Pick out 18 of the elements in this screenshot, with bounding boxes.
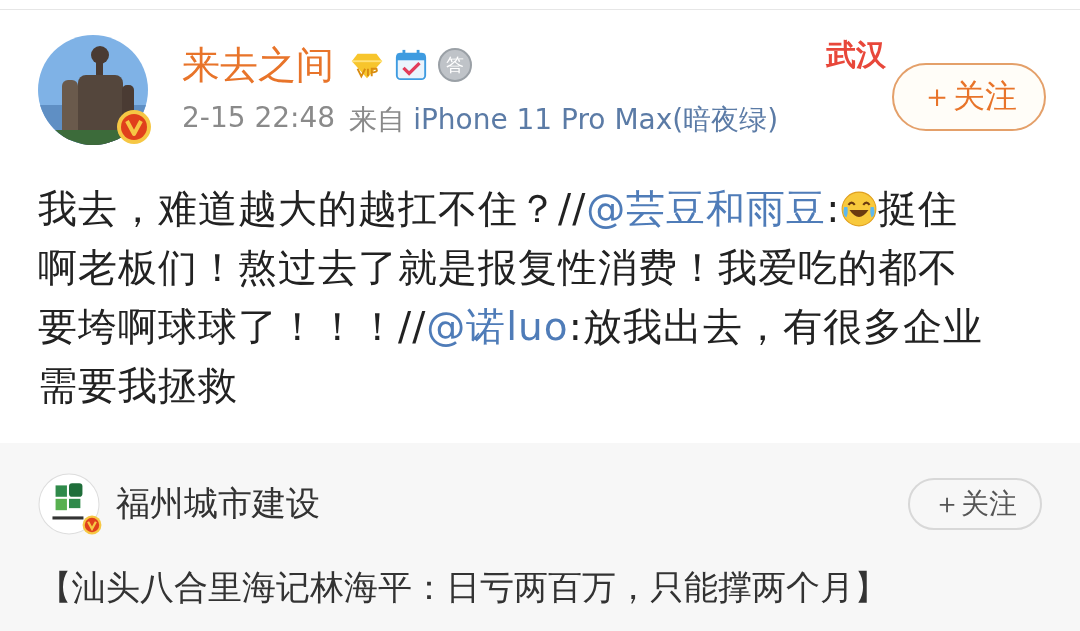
source-label: 来自 — [349, 102, 406, 138]
mention-link[interactable]: @芸豆和雨豆 — [586, 186, 827, 231]
verified-icon — [116, 109, 152, 145]
follow-button[interactable]: ＋关注 — [908, 478, 1042, 530]
post-text: 我去，难道越大的越扛不住？//@芸豆和雨豆: 挺住 啊老板们！熬过去了就是报复性消费！我爱吃的都不 要垮啊球球了！！！//@诺luo:放我出去，有很多企业 需要我拯救 — [38, 185, 983, 410]
user-name[interactable]: 来去之间 — [182, 39, 334, 91]
medal-icon: 答 — [438, 48, 472, 82]
user-name[interactable]: 福州城市建设 — [116, 481, 908, 527]
post-time: 2-15 22:48 — [182, 101, 336, 136]
logo-icon — [38, 473, 100, 535]
calendar-check-icon — [394, 48, 428, 82]
mention-link[interactable]: @诺luo — [426, 304, 569, 349]
laughing-emoji-icon — [840, 190, 879, 228]
follow-button[interactable]: ＋关注 — [892, 63, 1046, 131]
source-device[interactable]: iPhone 11 Pro Max(暗夜绿) — [413, 101, 779, 139]
repost-headline: 【汕头八合里海记林海平：日亏两百万，只能撑两个月】 — [38, 566, 889, 609]
verified-icon — [82, 515, 102, 535]
banner-text: 武汉 — [826, 36, 886, 74]
